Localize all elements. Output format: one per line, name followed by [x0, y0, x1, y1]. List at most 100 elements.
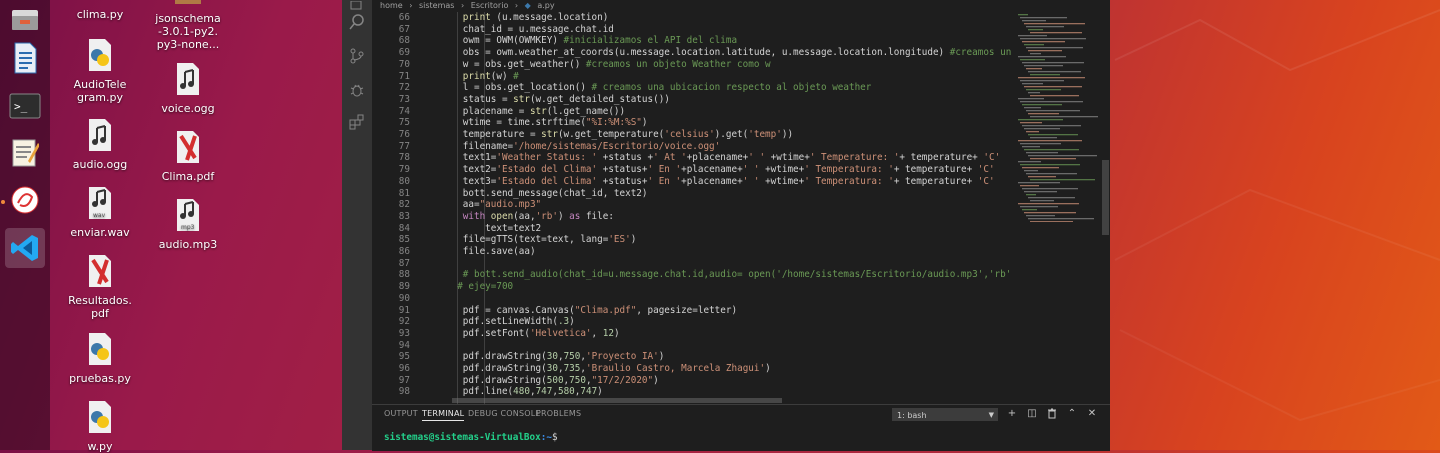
trash-icon[interactable]: [1046, 408, 1058, 420]
code-line[interactable]: 96 pdf.drawString(30,735,'Braulio Castro…: [372, 363, 1012, 375]
vscode-window: home › sistemas › Escritorio › ◆ a.py 66…: [342, 0, 1110, 451]
line-number: 73: [398, 93, 410, 105]
code-line[interactable]: 77 filename='/home/sistemas/Escritorio/v…: [372, 141, 1012, 153]
fonts-icon[interactable]: [5, 180, 45, 220]
minimap-line: [1028, 50, 1062, 52]
terminal-icon[interactable]: >_: [5, 86, 45, 126]
code-editor[interactable]: 66 print (u.message.location) 67 chat_id …: [372, 12, 1012, 404]
desktop-icon-enviar-wav[interactable]: wav enviar.wav: [60, 186, 140, 239]
code-line[interactable]: 84 text=text2: [372, 223, 1012, 235]
tab-debug-console[interactable]: DEBUG CONSOLE: [468, 409, 541, 418]
search-icon[interactable]: [347, 14, 367, 34]
line-number: 67: [398, 23, 410, 35]
vscode-icon[interactable]: [5, 228, 45, 268]
code-line[interactable]: 75 wtime = time.strftime("%I:%M:%S"): [372, 117, 1012, 129]
code-line[interactable]: 88 # bott.send_audio(chat_id=u.message.c…: [372, 269, 1012, 281]
desktop-icon-pruebas-py[interactable]: pruebas.py: [60, 332, 140, 385]
code-line[interactable]: 95 pdf.drawString(30,750,'Proyecto IA'): [372, 351, 1012, 363]
minimap-line: [1026, 68, 1042, 70]
code-line[interactable]: 85 file=gTTS(text=text, lang='ES'): [372, 234, 1012, 246]
breadcrumb: home › sistemas › Escritorio › ◆ a.py: [372, 0, 1110, 12]
minimap-line: [1018, 35, 1047, 37]
code-line[interactable]: 91 pdf = canvas.Canvas("Clima.pdf", page…: [372, 305, 1012, 317]
code-line[interactable]: 87: [372, 258, 1012, 270]
line-number: 79: [398, 164, 410, 176]
code-line[interactable]: 71 print(w) #: [372, 71, 1012, 83]
minimap-line: [1020, 185, 1039, 187]
minimap-line: [1030, 200, 1054, 202]
tab-problems[interactable]: PROBLEMS: [536, 409, 581, 418]
code-line[interactable]: 69 obs = owm.weather_at_coords(u.message…: [372, 47, 1012, 59]
code-text: pdf = canvas.Canvas("Clima.pdf", pagesiz…: [418, 304, 738, 316]
code-line[interactable]: 78 text1='Weather Status: ' +status +' A…: [372, 152, 1012, 164]
line-number: 94: [398, 339, 410, 351]
code-line[interactable]: 80 text3='Estado del Clima' +status+' En…: [372, 176, 1012, 188]
desktop-icon-audio-mp3[interactable]: mp3 audio.mp3: [148, 198, 228, 251]
audio-file-icon: mp3: [177, 199, 199, 231]
code-line[interactable]: 76 temperature = str(w.get_temperature('…: [372, 129, 1012, 141]
code-line[interactable]: 89 # ejey=700: [372, 281, 1012, 293]
desktop-icon-clima-py[interactable]: clima.py: [60, 0, 140, 21]
minimap-line: [1024, 44, 1044, 46]
code-line[interactable]: 70 w = obs.get_weather() #creamos un obj…: [372, 59, 1012, 71]
code-line[interactable]: 90: [372, 293, 1012, 305]
text-editor-icon[interactable]: [5, 132, 45, 172]
minimap-line: [1020, 38, 1086, 40]
code-line[interactable]: 93 pdf.setFont('Helvetica', 12): [372, 328, 1012, 340]
code-line[interactable]: 74 placename = str(l.get_name()): [372, 106, 1012, 118]
code-line[interactable]: 86 file.save(aa): [372, 246, 1012, 258]
breadcrumb-item[interactable]: Escritorio: [471, 1, 509, 10]
code-line[interactable]: 68 owm = OWM(OWMKEY) #inicializamos el A…: [372, 35, 1012, 47]
breadcrumb-item[interactable]: sistemas: [419, 1, 454, 10]
desktop-icon-clima-pdf[interactable]: Clima.pdf: [148, 130, 228, 183]
writer-icon[interactable]: [5, 38, 45, 78]
minimap-line: [1024, 149, 1079, 151]
desktop-icon-audiotelegram[interactable]: AudioTele gram.py: [60, 38, 140, 104]
desktop-icon-jsonschema[interactable]: jsonschema -3.0.1-py2. py3-none...: [148, 0, 228, 51]
code-line[interactable]: 66 print (u.message.location): [372, 12, 1012, 24]
minimap-line: [1028, 113, 1059, 115]
new-terminal-icon[interactable]: +: [1006, 408, 1018, 420]
terminal-select-value: 1: bash: [897, 411, 927, 420]
minimap-line: [1018, 14, 1028, 16]
code-line[interactable]: 97 pdf.drawString(500,750,"17/2/2020"): [372, 375, 1012, 387]
desktop-icon-audio-ogg[interactable]: audio.ogg: [60, 118, 140, 171]
breadcrumb-item[interactable]: a.py: [537, 1, 554, 10]
extensions-icon[interactable]: [347, 114, 367, 134]
code-line[interactable]: 83 with open(aa,'rb') as file:: [372, 211, 1012, 223]
code-line[interactable]: 79 text2='Estado del Clima' +status+' En…: [372, 164, 1012, 176]
debug-icon[interactable]: [347, 82, 367, 102]
minimap[interactable]: [1014, 12, 1102, 222]
code-line[interactable]: 98 pdf.line(480,747,580,747): [372, 386, 1012, 398]
close-icon[interactable]: ✕: [1086, 408, 1098, 420]
code-line[interactable]: 72 l = obs.get_location() # creamos una …: [372, 82, 1012, 94]
code-line[interactable]: 81 bott.send_message(chat_id, text2): [372, 188, 1012, 200]
code-line[interactable]: 73 status = str(w.get_detailed_status()): [372, 94, 1012, 106]
line-number: 92: [398, 316, 410, 328]
ubuntu-dock: >_: [0, 0, 50, 450]
prompt-user: sistemas@sistemas-VirtualBox: [384, 432, 541, 443]
files-icon[interactable]: [5, 0, 45, 40]
tab-terminal[interactable]: TERMINAL: [422, 409, 465, 421]
vertical-scrollbar[interactable]: [1102, 160, 1109, 235]
line-number: 95: [398, 351, 410, 363]
line-number: 89: [398, 281, 410, 293]
desktop-icon-resultados-pdf[interactable]: Resultados. pdf: [60, 254, 140, 320]
desktop-icon-voice-ogg[interactable]: voice.ogg: [148, 62, 228, 115]
breadcrumb-item[interactable]: home: [380, 1, 403, 10]
code-line[interactable]: 67 chat_id = u.message.chat.id: [372, 24, 1012, 36]
terminal-select[interactable]: 1: bash ▼: [892, 408, 998, 421]
horizontal-scrollbar[interactable]: [452, 398, 782, 403]
split-terminal-icon[interactable]: ◫: [1026, 408, 1038, 420]
maximize-panel-icon[interactable]: ⌃: [1066, 408, 1078, 420]
desktop-icon-w-py[interactable]: w.py: [60, 400, 140, 453]
minimap-line: [1030, 116, 1098, 118]
terminal-prompt[interactable]: sistemas@sistemas-VirtualBox:~$: [384, 432, 558, 443]
code-text: pdf.setLineWidth(.3): [418, 316, 575, 328]
code-line[interactable]: 92 pdf.setLineWidth(.3): [372, 316, 1012, 328]
code-line[interactable]: 82 aa="audio.mp3": [372, 199, 1012, 211]
minimap-line: [1026, 194, 1036, 196]
source-control-icon[interactable]: [347, 48, 367, 68]
code-line[interactable]: 94: [372, 340, 1012, 352]
tab-output[interactable]: OUTPUT: [384, 409, 418, 418]
